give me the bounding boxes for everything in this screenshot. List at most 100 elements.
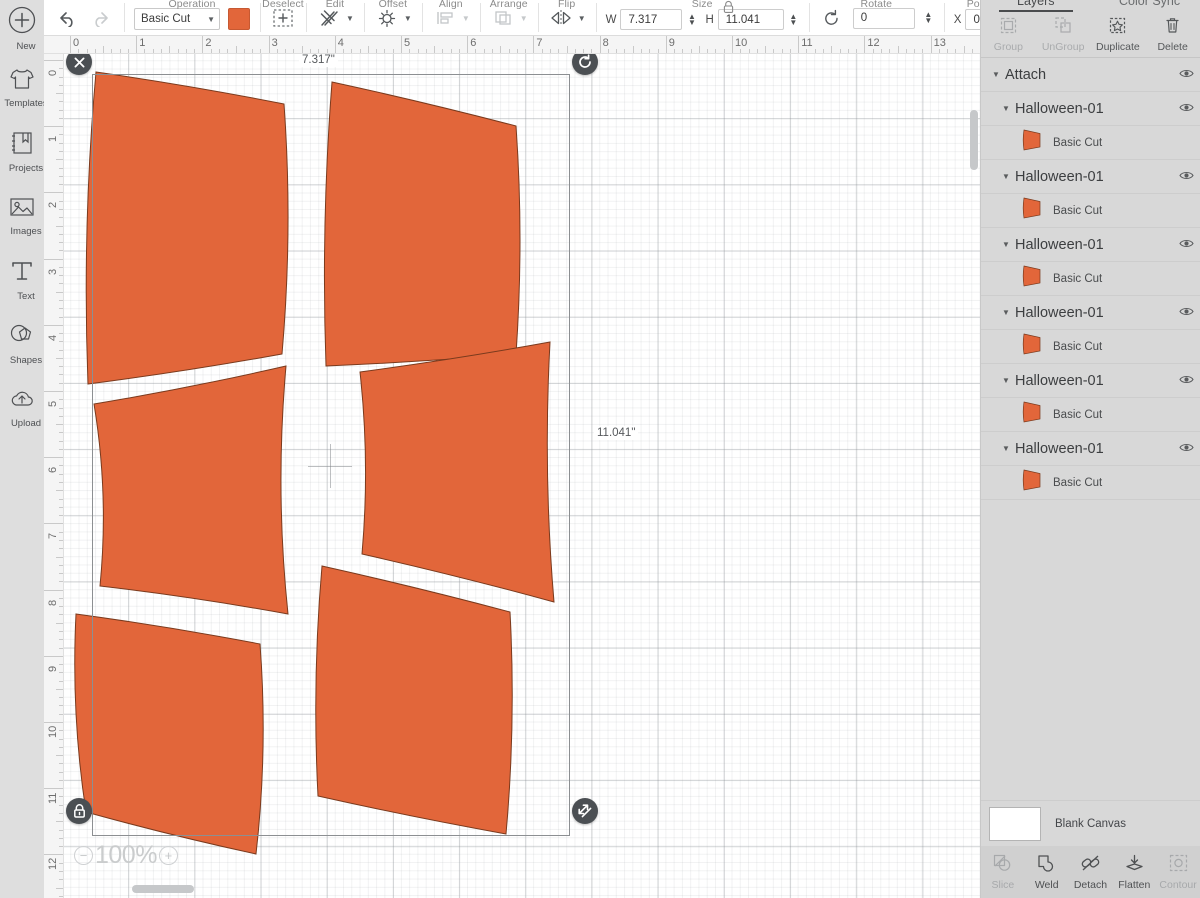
slice-button[interactable]: Slice	[981, 853, 1025, 891]
layer-child-row[interactable]: Basic Cut	[981, 398, 1200, 432]
ruler-v-minor-tick	[59, 573, 63, 575]
layer-child-row[interactable]: Basic Cut	[981, 126, 1200, 160]
align-chevron-down-icon[interactable]: ▼	[462, 14, 470, 23]
contour-button[interactable]: Contour	[1156, 853, 1200, 891]
layer-actions-bar: Group UnGroup Duplicate Delete	[981, 12, 1200, 58]
cloud-upload-icon	[8, 387, 36, 416]
horizontal-scrollbar[interactable]	[68, 884, 980, 894]
redo-arrow-icon[interactable]	[88, 6, 114, 30]
ruler-v-minor-tick	[59, 184, 63, 186]
layer-group-row[interactable]: ▼ Halloween-01	[981, 296, 1200, 330]
offset-chevron-down-icon[interactable]: ▼	[404, 14, 412, 23]
detach-label: Detach	[1073, 879, 1108, 891]
horizontal-ruler[interactable]: 0 1 2 3 4 5 6 7 8 9 10 11 12 13	[44, 36, 980, 54]
height-field-wrap: H 11.041 ▲ ▼	[705, 9, 798, 30]
visibility-eye-icon[interactable]	[1179, 100, 1194, 118]
undo-arrow-icon[interactable]	[54, 6, 80, 30]
layer-child-row[interactable]: Basic Cut	[981, 262, 1200, 296]
sidebar-item-upload[interactable]: Upload	[0, 376, 44, 440]
ungroup-icon	[1054, 16, 1073, 38]
ruler-v-minor-tick	[44, 126, 63, 128]
weld-button[interactable]: Weld	[1025, 853, 1069, 891]
group-button[interactable]: Group	[981, 16, 1036, 53]
chevron-down-icon[interactable]: ▼	[999, 240, 1013, 249]
sidebar-item-new[interactable]: New	[0, 0, 44, 56]
rotate-stepper[interactable]: ▲ ▼	[923, 8, 934, 28]
sidebar-item-images[interactable]: Images	[0, 184, 44, 248]
ruler-v-minor-tick	[59, 134, 63, 136]
size-lock-icon[interactable]	[722, 0, 735, 19]
ruler-h-minor-tick	[417, 49, 419, 53]
visibility-eye-icon[interactable]	[1179, 168, 1194, 186]
layer-group-row[interactable]: ▼ Halloween-01	[981, 92, 1200, 126]
ruler-h-minor-tick	[640, 49, 642, 53]
detach-button[interactable]: Detach	[1069, 853, 1113, 891]
visibility-eye-icon[interactable]	[1179, 304, 1194, 322]
layer-group-row[interactable]: ▼ Halloween-01	[981, 364, 1200, 398]
ruler-h-minor-tick	[789, 49, 791, 53]
edit-group: Edit ▼	[306, 0, 364, 35]
flatten-button[interactable]: Flatten	[1112, 853, 1156, 891]
layer-group-row[interactable]: ▼ Halloween-01	[981, 228, 1200, 262]
rotate-input[interactable]: 0	[852, 7, 915, 29]
visibility-eye-icon[interactable]	[1179, 372, 1194, 390]
width-stepper[interactable]: ▲ ▼	[686, 10, 697, 30]
sidebar-item-templates[interactable]: Templates	[0, 56, 48, 120]
ruler-h-minor-tick	[831, 46, 833, 53]
chevron-down-icon[interactable]: ▼	[999, 376, 1013, 385]
layers-list[interactable]: ▼ Attach ▼ Halloween-01 Basic Cut ▼ Halloween-…	[981, 58, 1200, 800]
sidebar-item-projects[interactable]: Projects	[0, 120, 44, 184]
chevron-down-icon[interactable]: ▼	[999, 308, 1013, 317]
plus-circle-icon[interactable]: +	[158, 846, 178, 865]
operation-select[interactable]: Basic Cut ▼	[134, 8, 220, 30]
minus-circle-icon[interactable]: −	[74, 846, 93, 865]
ruler-v-minor-tick	[44, 854, 63, 856]
chevron-down-icon[interactable]: ▼	[999, 104, 1013, 113]
layer-child-row[interactable]: Basic Cut	[981, 330, 1200, 364]
layer-child-row[interactable]: Basic Cut	[981, 466, 1200, 500]
ruler-h-minor-tick	[914, 49, 916, 53]
ruler-h-minor-tick	[367, 46, 369, 53]
operation-color-swatch[interactable]	[228, 8, 250, 30]
ruler-h-tick-4: 4	[337, 37, 344, 49]
selection-bounding-box[interactable]	[92, 74, 570, 836]
ruler-v-minor-tick	[59, 399, 63, 401]
resize-selection-handle[interactable]	[572, 798, 598, 824]
chevron-down-icon[interactable]: ▼	[999, 172, 1013, 181]
visibility-eye-icon[interactable]	[1179, 440, 1194, 458]
arrange-chevron-down-icon[interactable]: ▼	[520, 14, 528, 23]
tab-color-sync[interactable]: Color Sync	[1119, 0, 1180, 8]
layer-child-row[interactable]: Basic Cut	[981, 194, 1200, 228]
layer-group-row[interactable]: ▼ Halloween-01	[981, 160, 1200, 194]
canvas-layer-card[interactable]: Blank Canvas	[981, 800, 1200, 846]
delete-button[interactable]: Delete	[1145, 16, 1200, 53]
lock-aspect-handle[interactable]	[66, 798, 92, 824]
rotate-icon[interactable]	[819, 6, 845, 30]
height-stepper[interactable]: ▲ ▼	[788, 10, 799, 30]
sidebar-item-text[interactable]: Text	[0, 248, 44, 312]
visibility-eye-icon[interactable]	[1179, 66, 1194, 84]
ruler-v-minor-tick	[56, 93, 63, 95]
sidebar-item-shapes[interactable]: Shapes	[0, 312, 44, 376]
flip-chevron-down-icon[interactable]: ▼	[578, 14, 586, 23]
chevron-down-icon[interactable]: ▼	[989, 70, 1003, 79]
visibility-eye-icon[interactable]	[1179, 236, 1194, 254]
zoom-control: − 100% +	[74, 841, 178, 870]
vertical-ruler[interactable]: 0 1 2 3 4 5 6 7 8 9 10 11 12	[44, 54, 64, 898]
width-input[interactable]: 7.317	[620, 9, 683, 30]
selection-width-label: 7.317"	[299, 54, 338, 67]
horizontal-scroll-thumb[interactable]	[132, 885, 194, 893]
edit-chevron-down-icon[interactable]: ▼	[346, 14, 354, 23]
layer-group-row[interactable]: ▼ Halloween-01	[981, 432, 1200, 466]
vertical-scroll-thumb[interactable]	[970, 110, 978, 170]
tab-layers[interactable]: Layers	[999, 0, 1072, 12]
design-canvas[interactable]: 7.317" 11.041" − 100% +	[64, 54, 980, 898]
ruler-v-minor-tick	[56, 622, 63, 624]
duplicate-button[interactable]: Duplicate	[1091, 16, 1146, 53]
layer-group-attach[interactable]: ▼ Attach	[981, 58, 1200, 92]
ruler-v-minor-tick	[59, 217, 63, 219]
chevron-down-icon[interactable]: ▼	[999, 444, 1013, 453]
canvas-color-swatch[interactable]	[989, 806, 1041, 841]
ruler-v-minor-tick	[59, 630, 63, 632]
ungroup-button[interactable]: UnGroup	[1036, 16, 1091, 53]
